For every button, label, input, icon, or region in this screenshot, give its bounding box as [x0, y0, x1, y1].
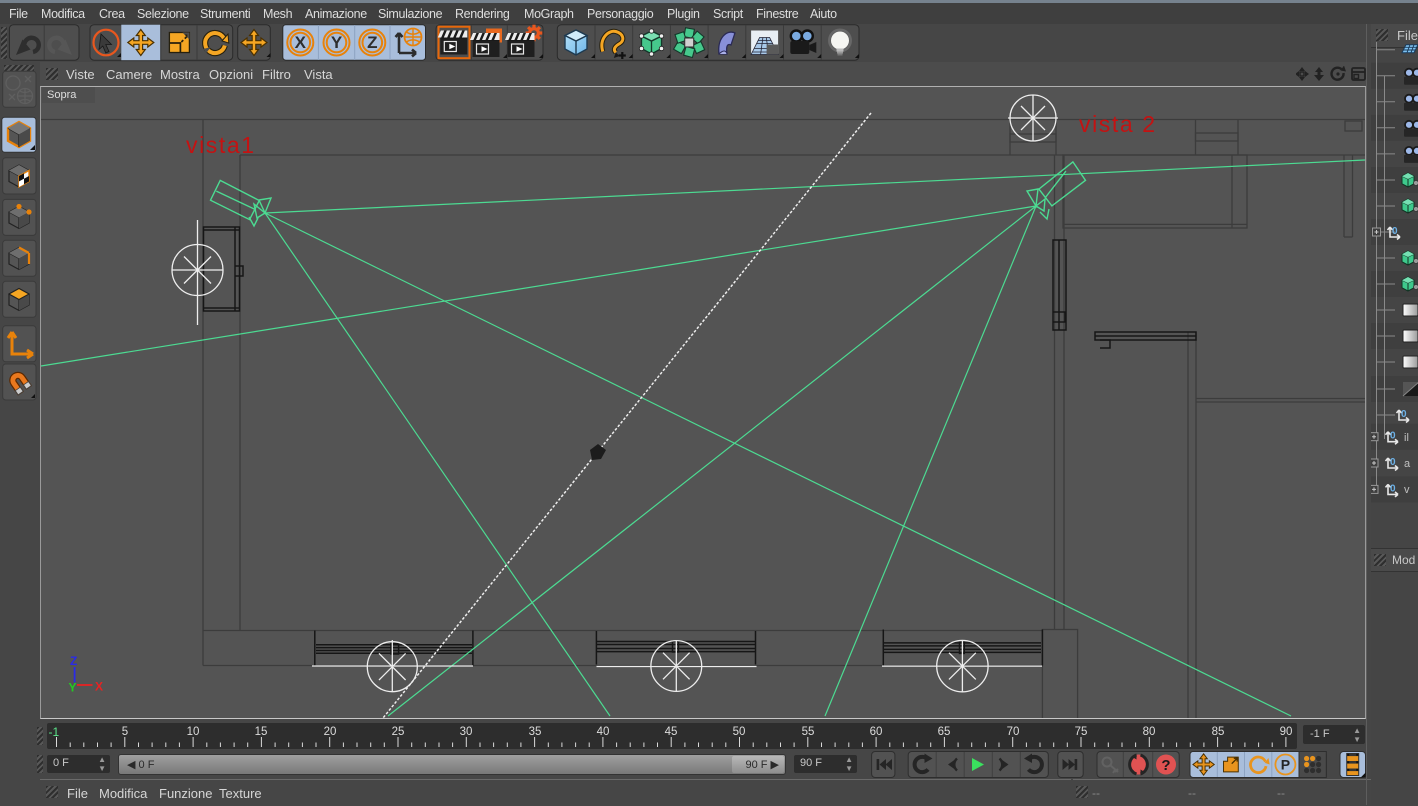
- svg-text:X: X: [95, 680, 103, 694]
- svg-text:40: 40: [597, 726, 610, 738]
- svg-text:Z: Z: [367, 33, 377, 52]
- svg-text:10: 10: [187, 726, 200, 738]
- svg-text:?: ?: [1161, 757, 1170, 774]
- svg-text:15: 15: [255, 726, 268, 738]
- svg-text:85: 85: [1212, 726, 1225, 738]
- svg-text:35: 35: [529, 726, 542, 738]
- svg-text:Y: Y: [331, 33, 343, 52]
- svg-text:a: a: [1404, 458, 1411, 470]
- svg-text:vista 2: vista 2: [1079, 111, 1157, 137]
- svg-text:30: 30: [460, 726, 473, 738]
- svg-text:55: 55: [802, 726, 815, 738]
- svg-text:75: 75: [1075, 726, 1088, 738]
- svg-text:5: 5: [122, 726, 128, 738]
- svg-text:80: 80: [1143, 726, 1156, 738]
- svg-text:20: 20: [324, 726, 337, 738]
- svg-text:v: v: [1404, 484, 1410, 496]
- svg-text:60: 60: [870, 726, 883, 738]
- svg-text:P: P: [1281, 757, 1290, 773]
- svg-text:Z: Z: [70, 654, 77, 668]
- svg-text:il: il: [1404, 432, 1409, 444]
- svg-text:vista1: vista1: [186, 132, 256, 158]
- svg-text:50: 50: [733, 726, 746, 738]
- svg-text:90: 90: [1280, 726, 1293, 738]
- svg-text:70: 70: [1007, 726, 1020, 738]
- svg-text:25: 25: [392, 726, 405, 738]
- svg-text:X: X: [295, 33, 307, 52]
- svg-text:-1: -1: [49, 725, 60, 739]
- svg-text:65: 65: [938, 726, 951, 738]
- svg-text:45: 45: [665, 726, 678, 738]
- svg-text:Y: Y: [69, 681, 77, 695]
